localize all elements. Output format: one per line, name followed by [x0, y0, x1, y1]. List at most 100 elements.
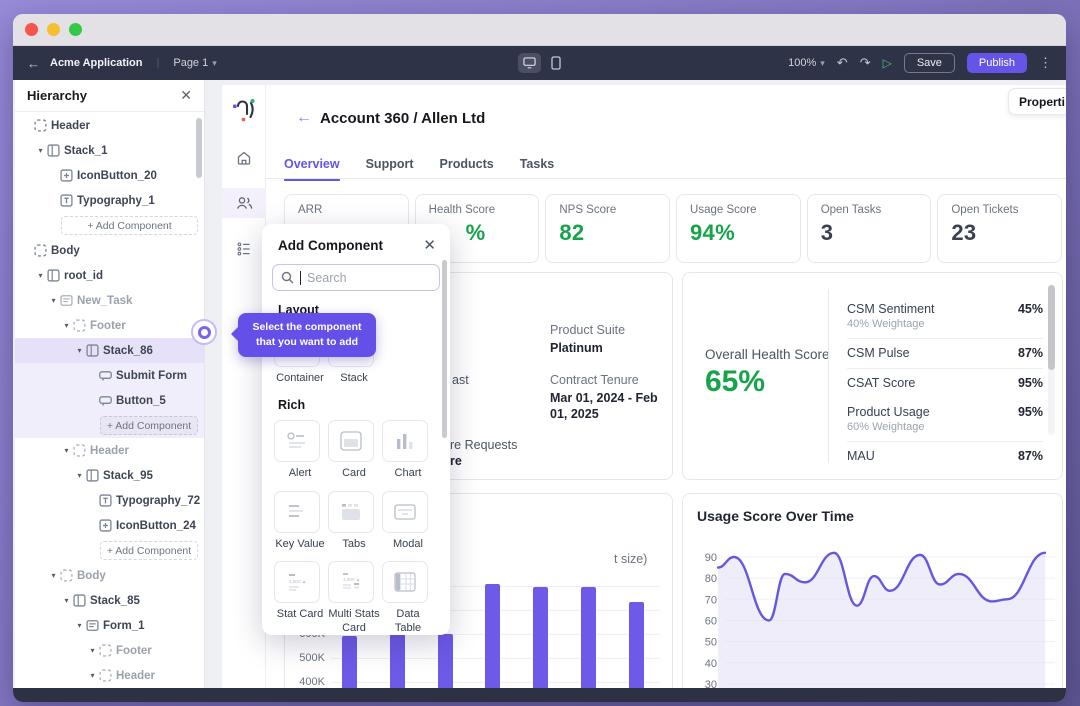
run-button[interactable]: ▷ [883, 56, 892, 70]
tree-caret-icon[interactable]: ▾ [49, 296, 58, 305]
component-tile-label: Container [274, 372, 326, 386]
tree-caret-icon[interactable]: ▾ [36, 271, 45, 280]
bar-chart-ytick: 400K [291, 676, 325, 688]
tree-node-iconbutton-20[interactable]: IconButton_20 [15, 163, 204, 188]
tree-node-label: Typography_72 [116, 495, 200, 507]
account-back-icon[interactable]: ← [296, 109, 312, 127]
tree-node-body[interactable]: ▾Body [15, 563, 204, 588]
properties-panel-tab[interactable]: Properti [1008, 88, 1066, 115]
tree-node-header[interactable]: ▾Header [15, 663, 204, 688]
minimize-window-button[interactable] [47, 23, 60, 36]
close-window-button[interactable] [25, 23, 38, 36]
window-titlebar [13, 14, 1066, 46]
datatable-component-icon [392, 570, 418, 594]
component-tile-label: Alert [274, 467, 326, 481]
publish-button[interactable]: Publish [967, 53, 1027, 73]
tree-node-typography-1[interactable]: Typography_1 [15, 188, 204, 213]
application-name: Acme Application [50, 57, 143, 69]
zoom-selector[interactable]: 100% ▾ [788, 57, 825, 69]
tree-node-button-5[interactable]: Button_5 [15, 388, 204, 413]
tree-caret-icon[interactable]: ▾ [62, 596, 71, 605]
metric-card-open-tickets: Open Tickets23 [937, 194, 1062, 263]
nav-tasks-item[interactable] [222, 234, 266, 264]
nav-home-item[interactable] [222, 143, 266, 173]
page-selector[interactable]: Page 1 ▾ [173, 57, 216, 69]
tree-node-footer[interactable]: ▾ Footer [15, 638, 204, 663]
tree-caret-icon[interactable]: ▾ [49, 571, 58, 580]
health-list-scrollbar[interactable] [1048, 285, 1055, 435]
tree-node-stack-86[interactable]: ▾Stack_86 [15, 338, 204, 363]
hierarchy-scrollbar[interactable] [196, 118, 202, 178]
component-tile-modal[interactable]: Modal [382, 491, 436, 552]
popup-close-icon[interactable]: ✕ [423, 236, 436, 254]
component-tile-stat-card[interactable]: 1,000 ▲Stat Card [274, 561, 328, 635]
toolbar-divider: | [157, 57, 160, 69]
tree-node-stack-1[interactable]: ▾Stack_1 [15, 138, 204, 163]
mobile-view-button[interactable] [551, 56, 561, 70]
desktop-view-button[interactable] [518, 53, 541, 73]
tree-add-component-button[interactable]: + Add Component [15, 538, 204, 563]
health-row-value: 87% [1018, 449, 1043, 463]
tree-node-footer[interactable]: ▾Footer [15, 313, 204, 338]
field-product-suite: Product SuitePlatinum [550, 323, 670, 356]
undo-button[interactable]: ↶ [837, 55, 848, 71]
tree-node-stack-85[interactable]: ▾Stack_85 [15, 588, 204, 613]
component-tile-alert[interactable]: Alert [274, 420, 328, 481]
tree-node-form-1[interactable]: ▾Form_1 [15, 613, 204, 638]
tree-caret-icon[interactable]: ▾ [62, 321, 71, 330]
add-component-dashed-button[interactable]: + Add Component [100, 416, 198, 435]
component-tile-data-table[interactable]: Data Table [382, 561, 436, 635]
kebab-menu-icon[interactable]: ⋮ [1039, 55, 1052, 71]
tree-caret-icon[interactable]: ▾ [62, 446, 71, 455]
tree-node-typography-72[interactable]: Typography_72 [15, 488, 204, 513]
component-insert-handle[interactable] [191, 319, 217, 345]
add-component-dashed-button[interactable]: + Add Component [100, 541, 198, 560]
maximize-window-button[interactable] [69, 23, 82, 36]
tree-caret-icon[interactable]: ▾ [88, 671, 97, 680]
layout-slot-icon [73, 444, 86, 457]
tree-add-component-button[interactable]: + Add Component [15, 213, 204, 238]
component-tile-tabs[interactable]: Tabs [328, 491, 382, 552]
component-search-input[interactable]: Search [272, 264, 440, 291]
tree-caret-icon[interactable]: ▾ [88, 646, 97, 655]
popup-scrollbar[interactable] [442, 260, 447, 438]
phone-icon [551, 56, 561, 70]
tree-node-header[interactable]: ▾Header [15, 438, 204, 463]
popup-title: Add Component [278, 238, 383, 253]
add-component-dashed-button[interactable]: + Add Component [61, 216, 198, 235]
component-tile-multi-stats-card[interactable]: 1,000 ▲Multi Stats Card [328, 561, 382, 635]
health-row-product-usage: Product Usage95%60% Weightage [847, 398, 1043, 442]
metric-label: Open Tickets [951, 204, 1048, 216]
tree-node-new-task[interactable]: ▾New_Task [15, 288, 204, 313]
tree-caret-icon[interactable]: ▾ [36, 146, 45, 155]
overall-health-value: 65% [705, 365, 765, 399]
component-tile-key-value[interactable]: Key Value [274, 491, 328, 552]
redo-button[interactable]: ↷ [860, 55, 871, 71]
layout-slot-icon [34, 244, 47, 257]
button-icon [99, 369, 112, 382]
component-tile-label: Modal [382, 538, 434, 552]
close-icon[interactable]: ✕ [180, 87, 192, 104]
tree-node-label: Header [51, 120, 90, 132]
save-button[interactable]: Save [904, 53, 955, 73]
nav-accounts-item[interactable] [222, 188, 266, 218]
overall-health-label: Overall Health Score [705, 347, 830, 362]
tree-add-component-button[interactable]: + Add Component [15, 413, 204, 438]
icon-button-icon [60, 169, 73, 182]
tree-node-iconbutton-24[interactable]: IconButton_24 [15, 513, 204, 538]
account-page-title: Account 360 / Allen Ltd [320, 110, 485, 127]
line-chart-ytick: 50 [705, 637, 717, 649]
back-icon[interactable]: ← [27, 56, 40, 71]
tree-node-stack-95[interactable]: ▾Stack_95 [15, 463, 204, 488]
component-tile-card[interactable]: Card [328, 420, 382, 481]
tree-caret-icon[interactable]: ▾ [75, 621, 84, 630]
component-tile-chart[interactable]: Chart [382, 420, 436, 481]
tree-node-body[interactable]: Body [15, 238, 204, 263]
tree-node-submit-form[interactable]: Submit Form [15, 363, 204, 388]
tree-caret-icon[interactable]: ▾ [75, 471, 84, 480]
tree-node-root-id[interactable]: ▾root_id [15, 263, 204, 288]
tree-node-label: Footer [116, 645, 152, 657]
tree-caret-icon[interactable]: ▾ [75, 346, 84, 355]
people-icon [236, 195, 253, 211]
tree-node-header[interactable]: Header [15, 113, 204, 138]
